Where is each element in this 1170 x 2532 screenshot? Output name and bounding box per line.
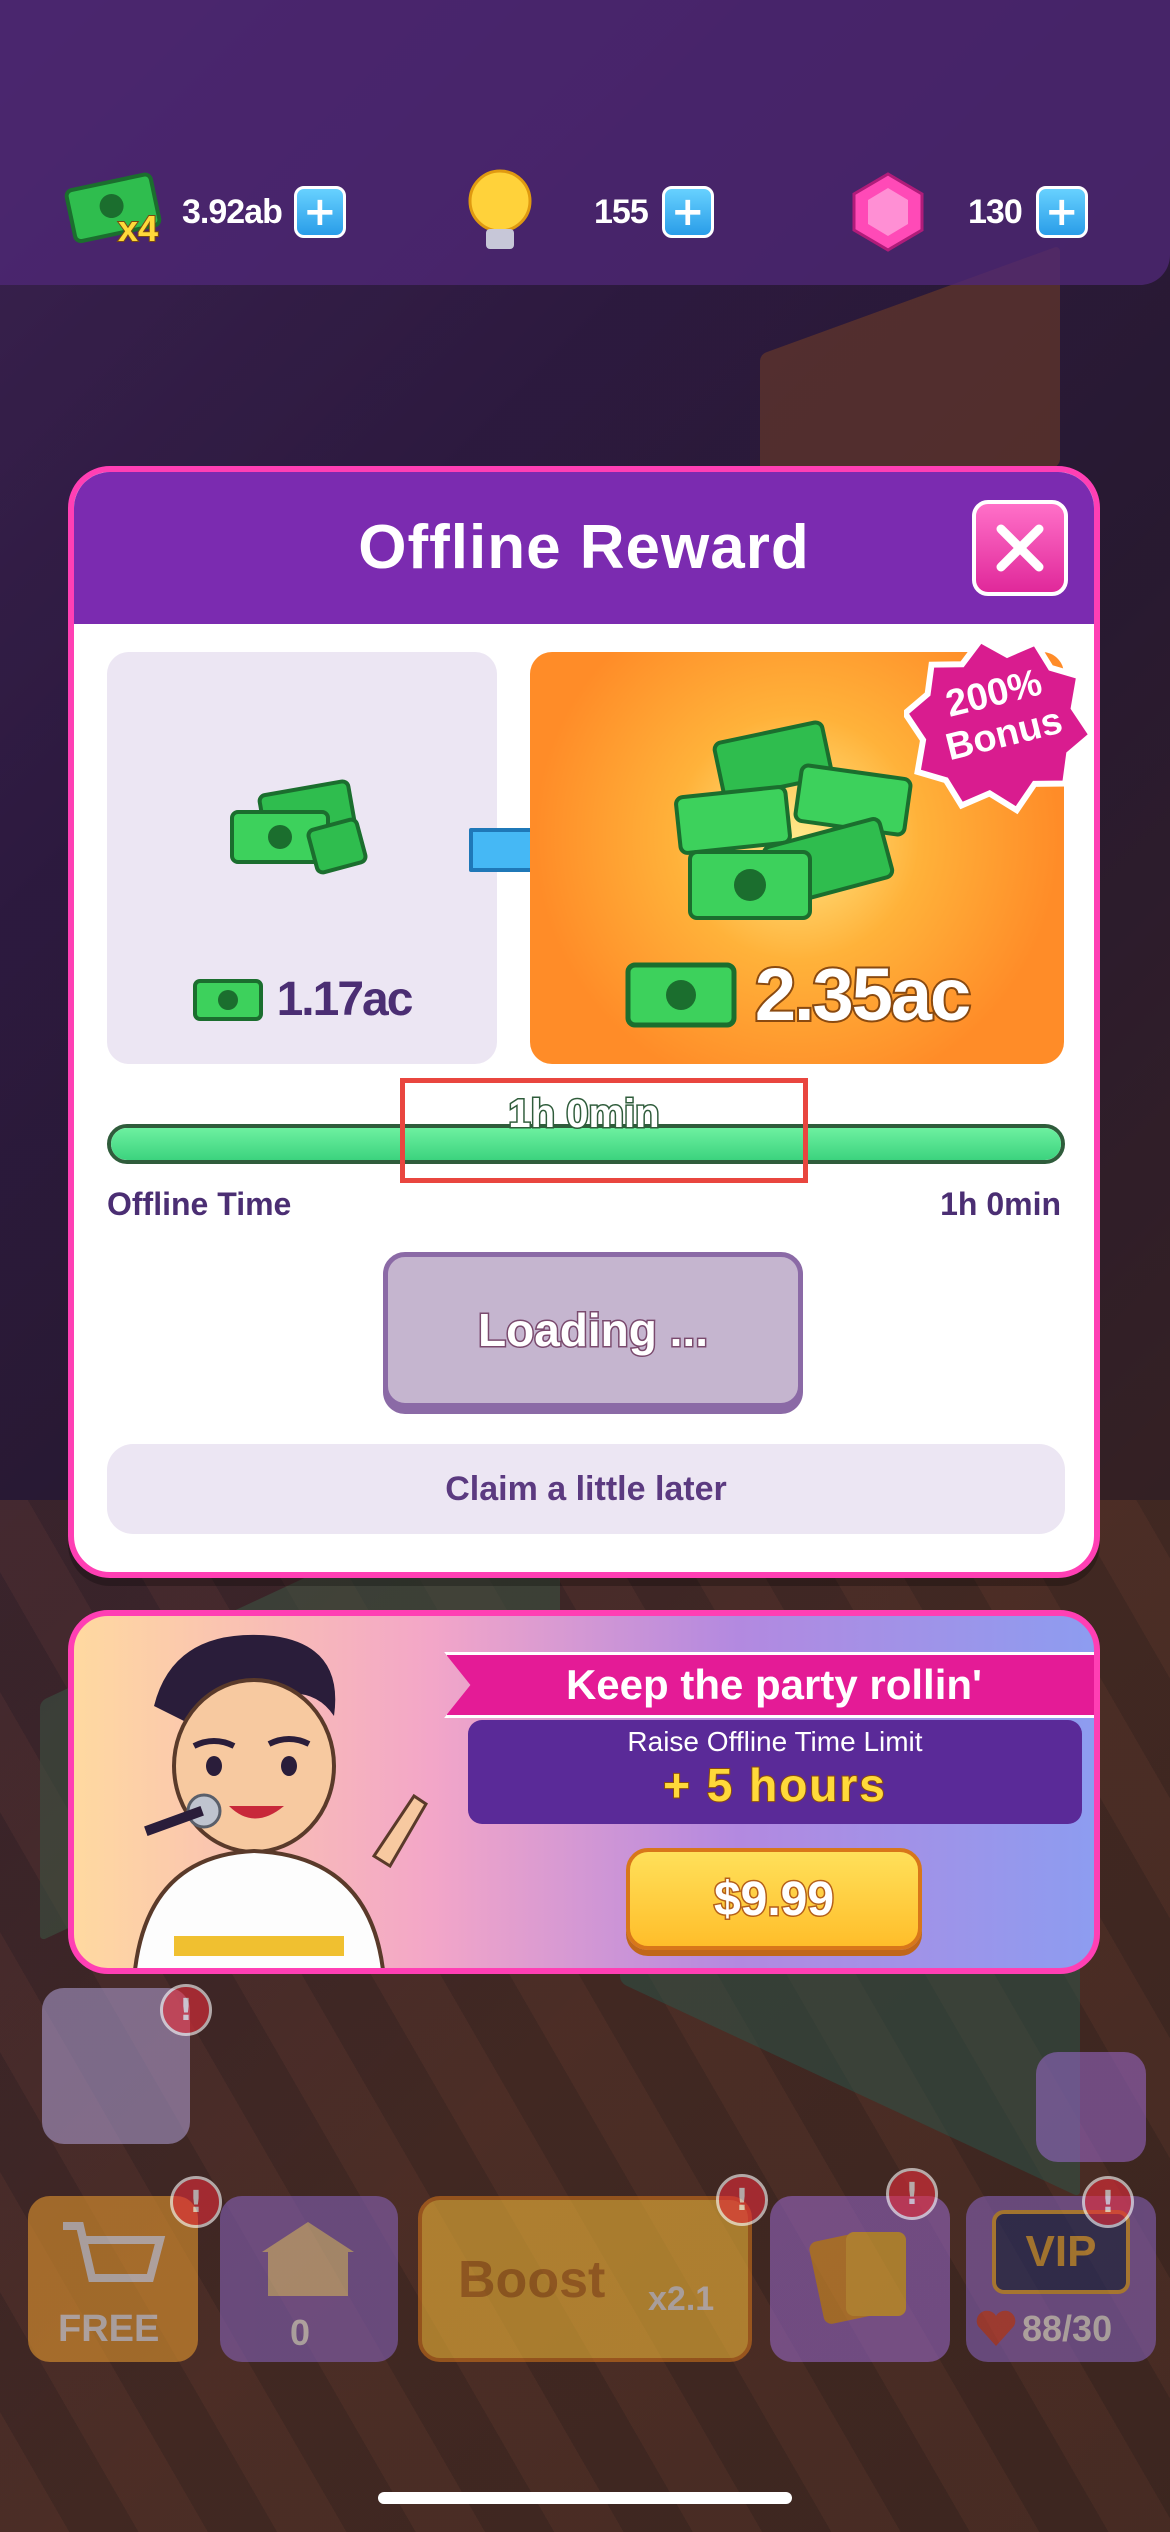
notification-badge: !: [160, 1984, 212, 2036]
purchase-button[interactable]: $9.99: [626, 1848, 922, 1950]
gem-value: 130: [968, 192, 1023, 231]
home-indicator[interactable]: [378, 2492, 792, 2504]
offline-time-label: Offline Time: [107, 1186, 292, 1222]
notification-badge: !: [1082, 2176, 1134, 2228]
close-icon: [996, 524, 1044, 572]
base-amount: 1.17ac: [276, 973, 414, 1026]
highlight-annotation-box: [400, 1078, 808, 1183]
lightbulb-icon: [468, 169, 532, 249]
notification-badge: !: [170, 2176, 222, 2228]
bulb-value: 155: [594, 192, 649, 231]
offline-limit-promo: Keep the party rollin' Raise Offline Tim…: [68, 1610, 1100, 1974]
base-reward-card: 1.17ac: [107, 652, 497, 1064]
claim-later-button[interactable]: Claim a little later: [107, 1444, 1065, 1534]
cash-bill-icon: [625, 962, 737, 1027]
dialog-title: Offline Reward: [358, 513, 810, 582]
boost-label: Boost: [458, 2251, 606, 2309]
notification-badge: !: [716, 2174, 768, 2226]
cards-button[interactable]: [770, 2196, 950, 2362]
cash-multiplier: x4: [117, 207, 159, 250]
offline-reward-dialog: Offline Reward 1.17ac 2.35ac 200% Bonus …: [68, 466, 1100, 1578]
loading-label: Loading ...: [477, 1303, 710, 1358]
cash-pile-icon: [674, 720, 913, 920]
shop-button[interactable]: FREE: [28, 2196, 198, 2362]
gem-icon: [852, 172, 924, 252]
home-button[interactable]: 0: [220, 2196, 398, 2362]
promo-info-panel: Raise Offline Time Limit + 5 hours: [468, 1720, 1082, 1824]
crown-button[interactable]: [1036, 2052, 1146, 2162]
bonus-amount-row: 2.35ac: [530, 951, 1064, 1038]
boost-multiplier: x2.1: [648, 2280, 715, 2318]
bonus-badge: 200% Bonus: [901, 632, 1094, 826]
bonus-amount: 2.35ac: [753, 951, 973, 1038]
cards-icon: [809, 2232, 906, 2324]
gem-resource: 130 +: [848, 170, 1088, 254]
singer-character-icon: [133, 1634, 429, 1968]
cash-stack-icon: [230, 779, 368, 875]
lives-count: 88/30: [1022, 2308, 1113, 2349]
cart-icon: [63, 2222, 166, 2282]
vip-button[interactable]: VIP 88/30: [966, 2196, 1156, 2362]
add-gems-button[interactable]: +: [1035, 186, 1088, 238]
shop-label: FREE: [58, 2308, 160, 2350]
heart-icon: [976, 2310, 1016, 2346]
cash-resource: x4 3.92ab +: [62, 170, 346, 254]
boost-button[interactable]: Boost x2.1: [418, 2196, 752, 2362]
base-amount-row: 1.17ac: [107, 972, 497, 1027]
price-label: $9.99: [712, 1871, 835, 1927]
close-button[interactable]: [972, 500, 1068, 596]
promo-subtitle: Raise Offline Time Limit: [627, 1726, 923, 1757]
add-cash-button[interactable]: +: [293, 186, 346, 238]
vip-label: VIP: [1025, 2227, 1097, 2276]
cash-value: 3.92ab: [182, 192, 283, 231]
claim-later-label: Claim a little later: [445, 1469, 727, 1508]
promo-title-ribbon: Keep the party rollin': [444, 1652, 1094, 1718]
add-bulbs-button[interactable]: +: [661, 186, 714, 238]
resource-bar: x4 3.92ab + 155 + 130 +: [0, 0, 1170, 285]
notification-badge: !: [886, 2168, 938, 2220]
bulb-resource: 155 +: [462, 169, 714, 254]
dialog-header: Offline Reward: [74, 472, 1094, 624]
offline-time-max: 1h 0min: [940, 1186, 1061, 1222]
promo-title: Keep the party rollin': [565, 1661, 983, 1708]
promo-bonus: + 5 hours: [662, 1758, 887, 1812]
home-count: 0: [290, 2312, 311, 2353]
mansion-icon: [262, 2222, 354, 2296]
cash-bill-icon: [192, 978, 263, 1021]
claim-loading-button[interactable]: Loading ...: [383, 1252, 803, 1408]
